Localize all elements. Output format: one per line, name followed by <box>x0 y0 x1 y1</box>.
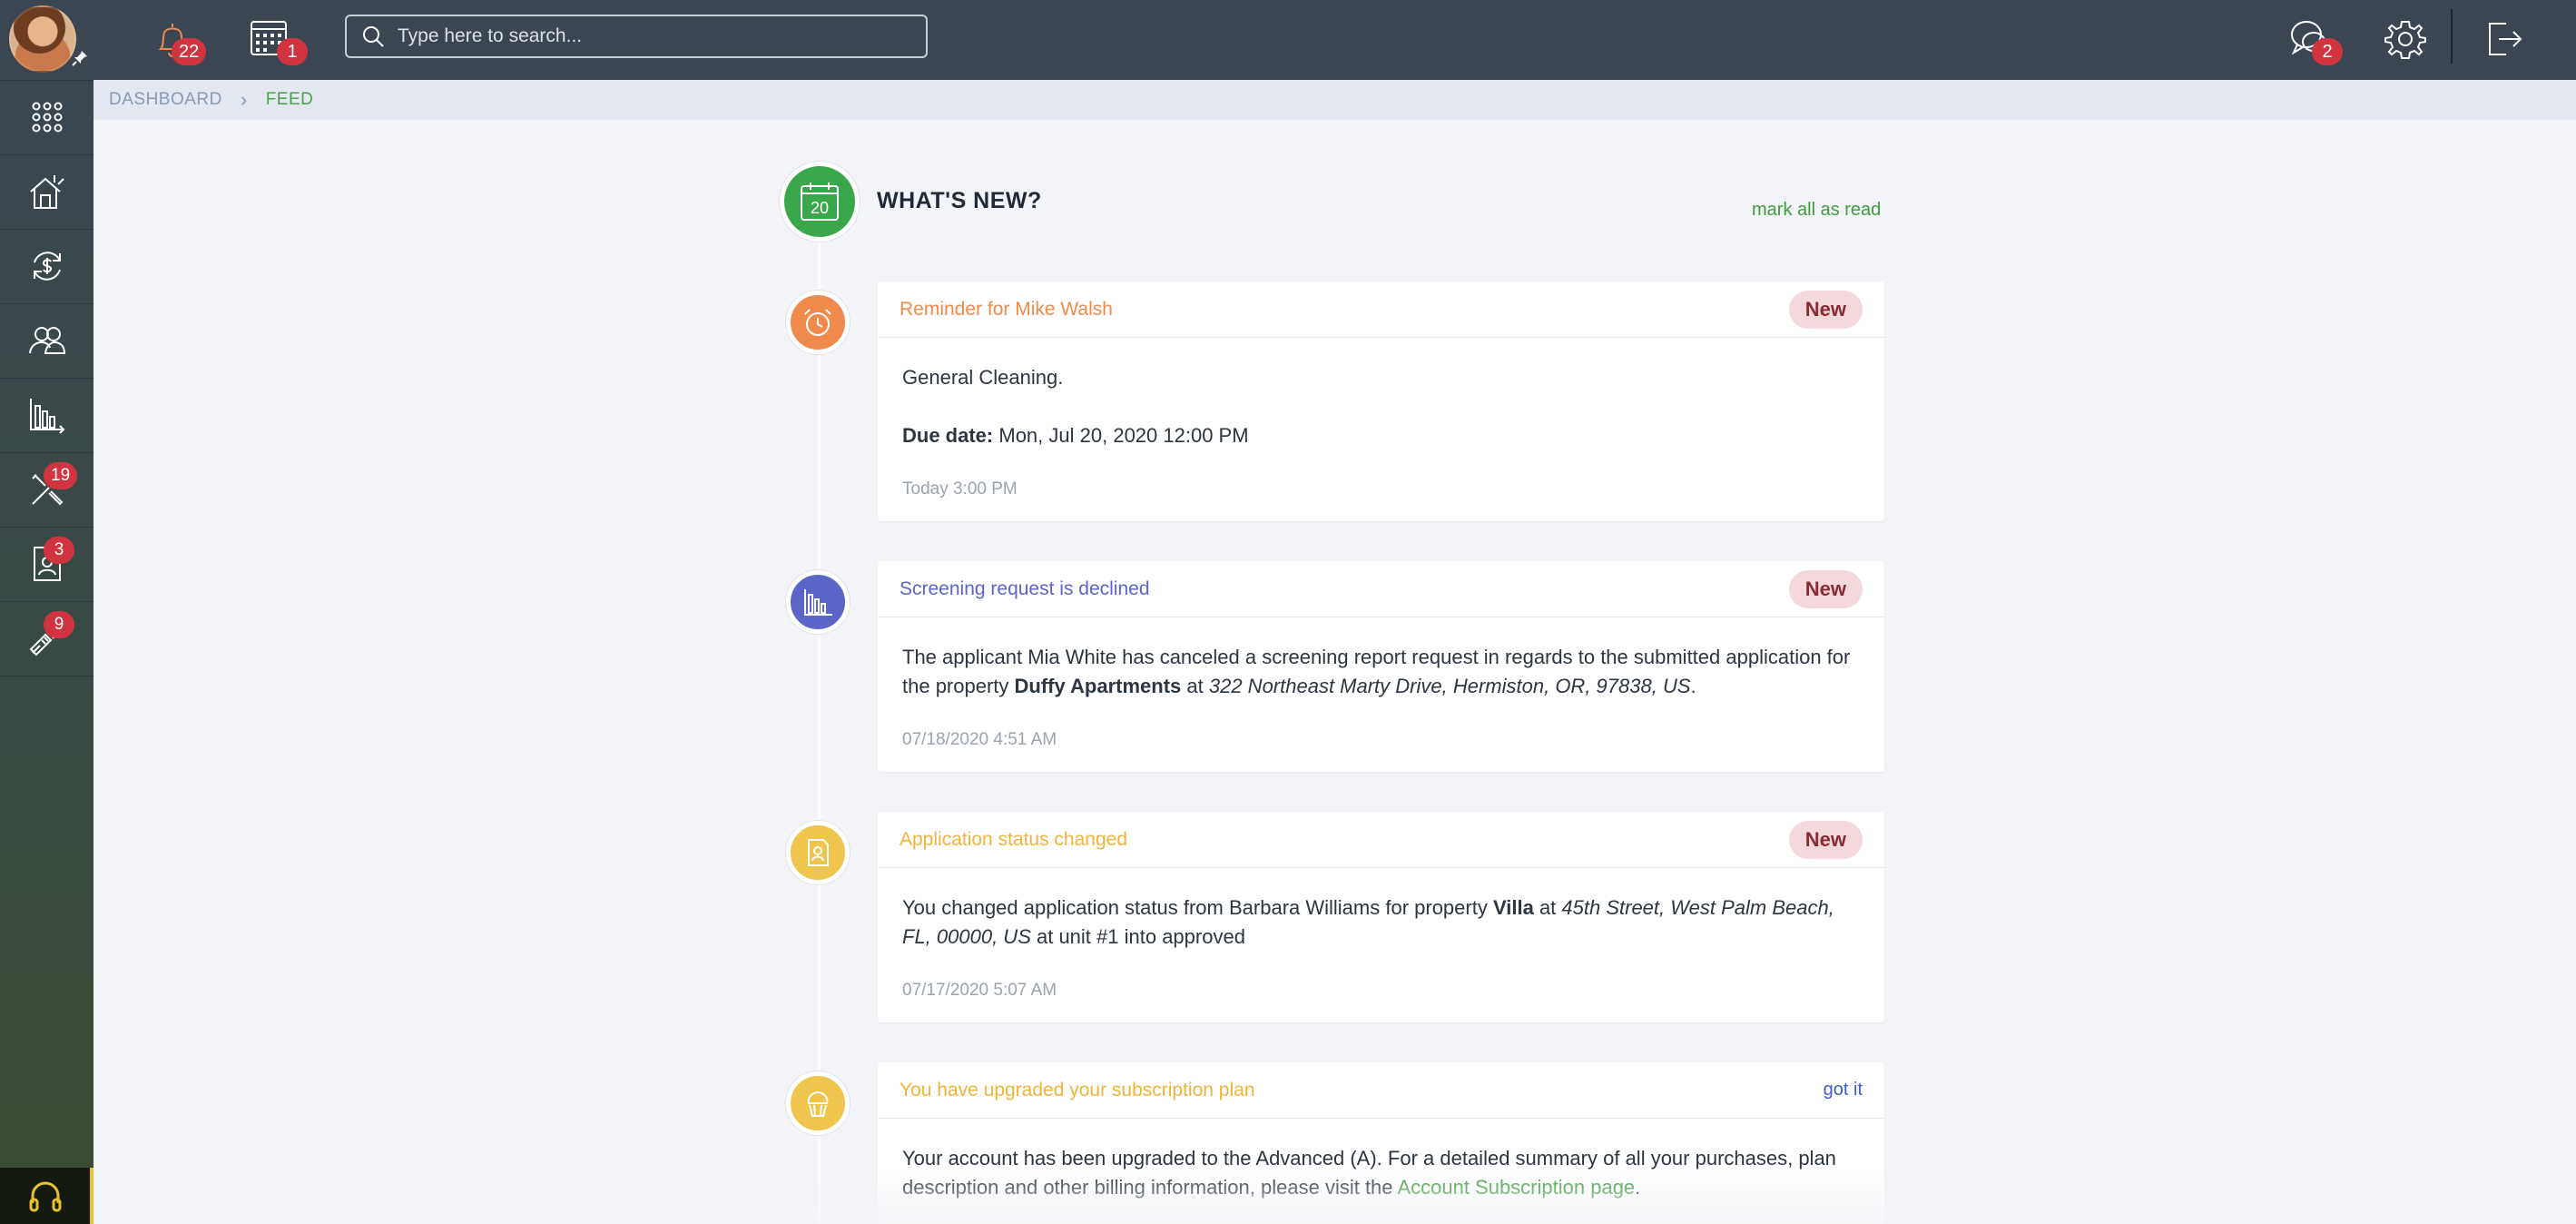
support-button[interactable] <box>0 1168 93 1224</box>
sidebar-item-tools[interactable]: 9 <box>0 601 93 675</box>
card-timestamp: 07/18/2020 4:51 AM <box>902 730 1057 749</box>
chevron-right-icon: › <box>240 88 248 111</box>
card-header: Screening request is declined New <box>878 561 1884 617</box>
feed-card-subscription: You have upgraded your subscription plan… <box>878 1062 1884 1224</box>
feed-card-screening: Screening request is declined New The ap… <box>878 561 1884 772</box>
payments-icon <box>33 252 61 281</box>
pin-icon[interactable] <box>71 49 89 67</box>
tools-badge: 9 <box>44 611 74 638</box>
maintenance-badge: 19 <box>44 462 78 489</box>
card-text: Your account has been upgraded to the Ad… <box>902 1144 1860 1202</box>
applications-badge: 3 <box>44 537 74 564</box>
sidebar-item-apps[interactable] <box>0 80 93 153</box>
alarm-clock-icon <box>786 291 850 354</box>
messages-badge: 2 <box>2312 38 2343 65</box>
card-text-part: . <box>1635 1176 1641 1199</box>
sidebar-item-reports[interactable] <box>0 378 93 451</box>
sidebar-item-maintenance[interactable]: 19 <box>0 452 93 526</box>
card-text: You changed application status from Barb… <box>902 893 1860 952</box>
search-icon <box>363 26 384 47</box>
notifications-badge: 22 <box>172 38 207 65</box>
got-it-button[interactable]: got it <box>1824 1080 1863 1101</box>
feed-card-application: Application status changed New You chang… <box>878 812 1884 1022</box>
card-text-part: at <box>1533 896 1562 919</box>
sidebar-item-people[interactable] <box>0 303 93 377</box>
apps-grid-icon <box>32 102 62 133</box>
people-icon <box>28 327 65 354</box>
calendar-badge: 1 <box>277 38 308 65</box>
card-timestamp: Today 3:00 PM <box>902 479 1018 498</box>
avatar[interactable] <box>9 5 76 73</box>
top-bar: 22 1 2 <box>93 0 2576 80</box>
due-date-line: Due date: Mon, Jul 20, 2020 12:00 PM <box>902 421 1860 450</box>
status-badge: New <box>1788 820 1863 859</box>
breadcrumb: DASHBOARD › FEED <box>93 80 2576 120</box>
card-header: You have upgraded your subscription plan… <box>878 1062 1884 1119</box>
card-text-part: at unit #1 into approved <box>1030 925 1245 948</box>
sidebar: 19 3 9 <box>0 0 93 1224</box>
status-badge: New <box>1788 290 1863 329</box>
feed-calendar-icon: 20 <box>780 162 860 242</box>
card-text-part: Your account has been upgraded to the Ad… <box>902 1147 1836 1199</box>
card-body: You changed application status from Barb… <box>878 868 1884 952</box>
card-body: The applicant Mia White has canceled a s… <box>878 617 1884 701</box>
card-title[interactable]: Application status changed <box>900 829 1127 851</box>
card-text-part: . <box>1690 675 1696 697</box>
settings-gear-icon[interactable] <box>2381 15 2430 64</box>
sidebar-item-payments[interactable] <box>0 229 93 302</box>
due-date-value: Mon, Jul 20, 2020 12:00 PM <box>998 424 1249 447</box>
property-name: Villa <box>1492 896 1534 919</box>
card-header: Application status changed New <box>878 812 1884 868</box>
feed-calendar-day: 20 <box>811 199 829 217</box>
application-document-icon <box>786 821 850 884</box>
breadcrumb-dashboard[interactable]: DASHBOARD <box>109 90 222 110</box>
breadcrumb-feed: FEED <box>265 90 314 109</box>
feed-card-reminder: Reminder for Mike Walsh New General Clea… <box>878 281 1884 521</box>
mark-all-read-link[interactable]: mark all as read <box>1752 200 1881 221</box>
search-input[interactable] <box>398 25 906 47</box>
status-badge: New <box>1788 569 1863 608</box>
property-name: Duffy Apartments <box>1014 675 1182 697</box>
card-body: General Cleaning. Due date: Mon, Jul 20,… <box>878 338 1884 450</box>
sidebar-item-properties[interactable] <box>0 154 93 228</box>
page-title: WHAT'S NEW? <box>877 188 1042 213</box>
sidebar-item-applications[interactable]: 3 <box>0 527 93 600</box>
logout-icon[interactable] <box>2479 15 2528 64</box>
card-header: Reminder for Mike Walsh New <box>878 281 1884 338</box>
property-address: 322 Northeast Marty Drive, Hermiston, OR… <box>1208 675 1691 697</box>
card-text-part: at <box>1181 675 1209 697</box>
card-timestamp: 07/17/2020 5:07 AM <box>902 981 1057 1000</box>
chart-report-icon <box>786 570 850 634</box>
card-text: The applicant Mia White has canceled a s… <box>902 643 1860 701</box>
card-title[interactable]: Screening request is declined <box>900 578 1150 600</box>
due-date-label: Due date: <box>902 424 994 447</box>
account-subscription-link[interactable]: Account Subscription page <box>1397 1176 1635 1199</box>
card-title[interactable]: You have upgraded your subscription plan <box>900 1080 1255 1101</box>
user-profile[interactable] <box>0 0 93 80</box>
card-text: General Cleaning. <box>902 366 1064 389</box>
headset-icon <box>29 1181 61 1212</box>
search-box[interactable] <box>345 15 928 58</box>
properties-icon <box>29 175 64 209</box>
topbar-divider <box>2451 9 2453 64</box>
cupcake-icon <box>786 1071 850 1135</box>
card-body: Your account has been upgraded to the Ad… <box>878 1119 1884 1202</box>
card-title[interactable]: Reminder for Mike Walsh <box>900 299 1113 321</box>
reports-icon <box>29 399 64 434</box>
card-text-part: You changed application status from Barb… <box>902 896 1493 919</box>
